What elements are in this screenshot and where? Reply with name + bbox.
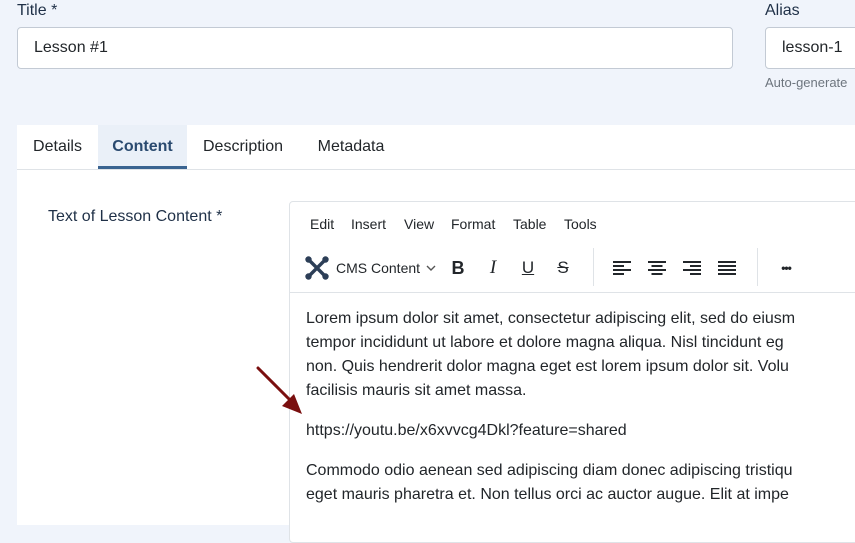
text-line: Lorem ipsum dolor sit amet, consectetur …	[306, 310, 796, 327]
strikethrough-button[interactable]: S	[549, 252, 577, 284]
toolbar-separator	[757, 248, 758, 286]
italic-icon: I	[489, 257, 497, 278]
align-left-icon	[613, 261, 631, 275]
more-icon: •••	[781, 261, 792, 275]
alias-label: Alias	[765, 2, 800, 19]
title-label: Title *	[17, 2, 58, 19]
annotation-arrow-icon	[256, 366, 302, 414]
align-justify-button[interactable]	[713, 252, 741, 284]
bold-button[interactable]: B	[444, 252, 472, 284]
align-center-button[interactable]	[643, 252, 671, 284]
align-justify-icon	[718, 261, 736, 275]
alias-input[interactable]	[765, 27, 855, 69]
lesson-content-label: Text of Lesson Content *	[48, 208, 223, 225]
bold-icon: B	[451, 257, 465, 278]
title-input[interactable]	[17, 27, 733, 69]
tab-panel-card: Details Content Description Metadata Tex…	[17, 125, 855, 543]
menu-table[interactable]: Table	[513, 216, 546, 232]
strikethrough-icon: S	[557, 258, 569, 277]
text-line: non. Quis hendrerit dolor magna eget est…	[306, 358, 789, 375]
cms-content-label: CMS Content	[336, 260, 421, 276]
italic-button[interactable]: I	[479, 252, 507, 284]
tab-metadata[interactable]: Metadata	[299, 125, 403, 169]
text-line: facilisis mauris sit amet massa.	[306, 382, 527, 399]
youtube-url-text: https://youtu.be/x6xvvcg4Dkl?feature=sha…	[306, 422, 627, 439]
menu-view[interactable]: View	[404, 216, 434, 232]
chevron-down-icon	[426, 265, 436, 271]
tab-details[interactable]: Details	[17, 125, 98, 169]
editor-toolbar: CMS Content B I U S •••	[290, 244, 855, 293]
rich-text-editor: Edit Insert View Format Table Tools CMS …	[289, 201, 855, 543]
cms-content-button[interactable]: CMS Content	[304, 252, 437, 284]
paragraph-commodo: Commodo odio aenean sed adipiscing diam …	[306, 459, 855, 507]
underline-icon: U	[521, 258, 535, 277]
editor-menubar: Edit Insert View Format Table Tools	[290, 202, 855, 244]
tab-description[interactable]: Description	[187, 125, 299, 169]
menu-insert[interactable]: Insert	[351, 216, 386, 232]
paragraph-lorem: Lorem ipsum dolor sit amet, consectetur …	[306, 307, 855, 403]
text-line: Commodo odio aenean sed adipiscing diam …	[306, 462, 793, 479]
joomla-icon	[305, 256, 329, 280]
paragraph-youtube-url: https://youtu.be/x6xvvcg4Dkl?feature=sha…	[306, 419, 855, 443]
text-line: tempor incididunt ut labore et dolore ma…	[306, 334, 784, 351]
more-options-button[interactable]: •••	[772, 252, 800, 284]
menu-tools[interactable]: Tools	[564, 216, 597, 232]
tab-bar: Details Content Description Metadata	[17, 125, 855, 170]
underline-button[interactable]: U	[514, 252, 542, 284]
text-line: eget mauris pharetra et. Non tellus orci…	[306, 486, 789, 503]
align-right-icon	[683, 261, 701, 275]
menu-format[interactable]: Format	[451, 216, 495, 232]
menu-edit[interactable]: Edit	[310, 216, 334, 232]
tab-content[interactable]: Content	[98, 125, 187, 169]
align-center-icon	[648, 261, 666, 275]
toolbar-separator	[593, 248, 594, 286]
align-right-button[interactable]	[678, 252, 706, 284]
align-left-button[interactable]	[608, 252, 636, 284]
alias-hint: Auto-generate	[765, 75, 848, 90]
editor-content-area[interactable]: Lorem ipsum dolor sit amet, consectetur …	[290, 293, 855, 542]
